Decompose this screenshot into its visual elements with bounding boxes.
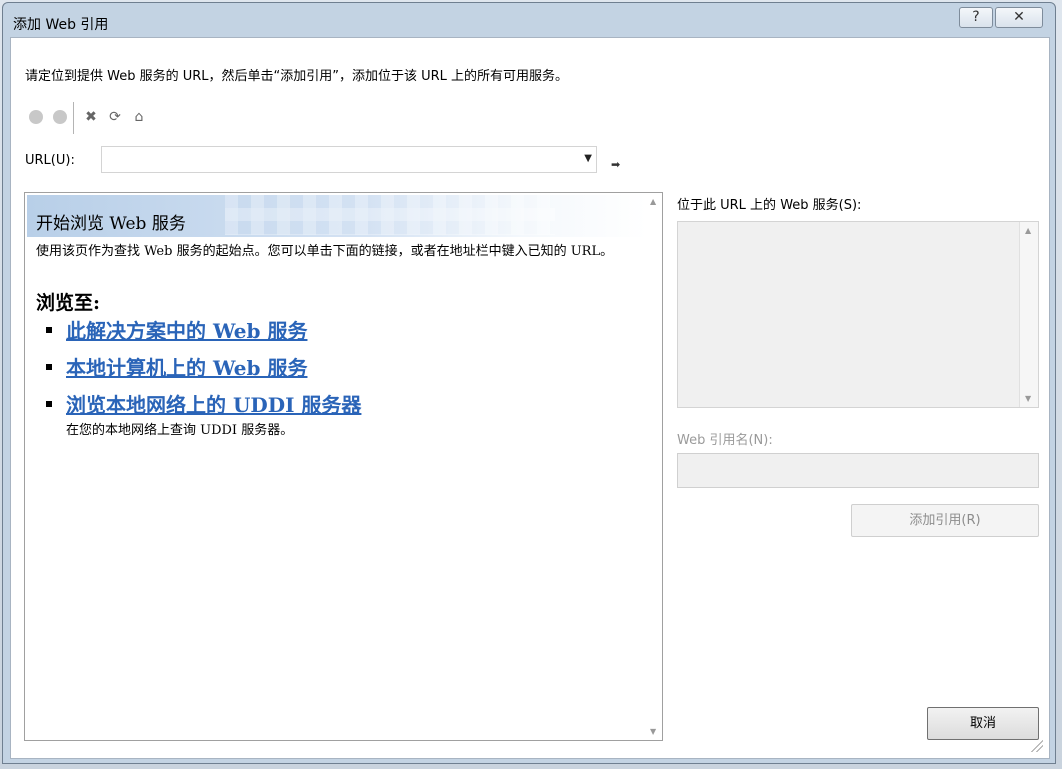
link-local-services[interactable]: 本地计算机上的 Web 服务: [66, 356, 307, 380]
scroll-up-icon[interactable]: ▲: [650, 197, 656, 206]
browser-scrollbar[interactable]: ▲ ▼: [647, 193, 662, 740]
add-web-reference-dialog: 添加 Web 引用 ? ✕ 请定位到提供 Web 服务的 URL，然后单击“添加…: [2, 2, 1056, 764]
url-label: URL(U):: [25, 153, 75, 168]
bullet-icon: [46, 327, 52, 333]
services-scrollbar[interactable]: ▲ ▼: [1019, 222, 1038, 407]
uddi-description: 在您的本地网络上查询 UDDI 服务器。: [66, 423, 294, 438]
list-item: 浏览本地网络上的 UDDI 服务器 在您的本地网络上查询 UDDI 服务器。: [36, 389, 361, 438]
services-label: 位于此 URL 上的 Web 服务(S):: [677, 198, 862, 213]
instructions-text: 请定位到提供 Web 服务的 URL，然后单击“添加引用”，添加位于该 URL …: [25, 69, 569, 84]
stop-icon[interactable]: ✖: [83, 109, 99, 125]
reference-name-input[interactable]: [677, 453, 1039, 488]
link-solution-services[interactable]: 此解决方案中的 Web 服务: [66, 319, 307, 343]
browser-pane: 开始浏览 Web 服务 使用该页作为查找 Web 服务的起始点。您可以单击下面的…: [24, 192, 663, 741]
cancel-button[interactable]: 取消: [927, 707, 1039, 740]
bullet-icon: [46, 364, 52, 370]
home-icon[interactable]: ⌂: [131, 109, 147, 125]
help-button[interactable]: ?: [959, 7, 993, 28]
dialog-title: 添加 Web 引用: [13, 17, 109, 33]
list-item: 本地计算机上的 Web 服务: [36, 352, 361, 381]
add-reference-button[interactable]: 添加引用(R): [851, 504, 1039, 537]
banner-tile-pattern: [225, 195, 555, 235]
list-item: 此解决方案中的 Web 服务: [36, 315, 361, 344]
refresh-icon[interactable]: ⟳: [107, 109, 123, 125]
forward-icon[interactable]: [53, 110, 67, 124]
browser-heading: 开始浏览 Web 服务: [36, 214, 186, 234]
title-bar: 添加 Web 引用 ? ✕: [3, 3, 1055, 37]
close-button[interactable]: ✕: [995, 7, 1043, 28]
scroll-down-icon[interactable]: ▼: [1025, 394, 1031, 403]
back-icon[interactable]: [29, 110, 43, 124]
scroll-up-icon[interactable]: ▲: [1025, 226, 1031, 235]
go-arrow-icon[interactable]: ➡: [611, 158, 620, 171]
browse-to-heading: 浏览至:: [36, 292, 101, 314]
services-list[interactable]: ▲ ▼: [677, 221, 1039, 408]
toolbar-separator: [73, 102, 74, 134]
scroll-down-icon[interactable]: ▼: [650, 727, 656, 736]
resize-grip-icon[interactable]: [1031, 740, 1043, 752]
link-uddi-servers[interactable]: 浏览本地网络上的 UDDI 服务器: [66, 393, 361, 417]
browse-links-list: 此解决方案中的 Web 服务 本地计算机上的 Web 服务 浏览本地网络上的 U…: [36, 315, 361, 446]
reference-name-label: Web 引用名(N):: [677, 433, 773, 448]
url-combobox[interactable]: ▼: [101, 146, 597, 173]
dialog-client: 请定位到提供 Web 服务的 URL，然后单击“添加引用”，添加位于该 URL …: [10, 37, 1050, 759]
bullet-icon: [46, 401, 52, 407]
chevron-down-icon[interactable]: ▼: [584, 153, 592, 164]
browser-description: 使用该页作为查找 Web 服务的起始点。您可以单击下面的链接，或者在地址栏中键入…: [36, 244, 614, 259]
